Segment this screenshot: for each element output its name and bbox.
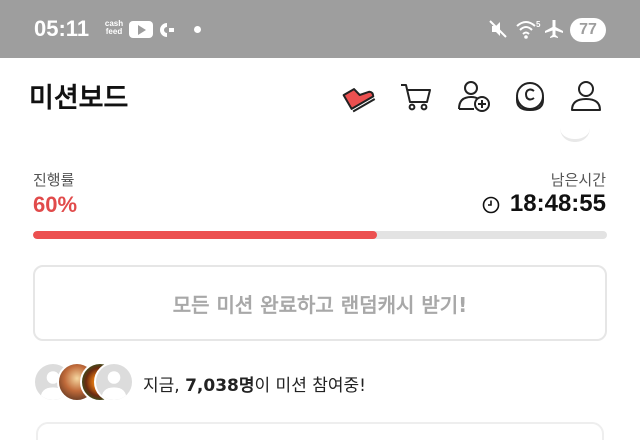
profile-icon[interactable] <box>566 76 606 116</box>
add-friend-icon[interactable] <box>454 76 494 116</box>
coin-icon[interactable] <box>510 76 550 116</box>
cashfeed-icon: cash feed <box>103 20 125 36</box>
progress-bar-fill <box>33 231 378 239</box>
mission-card[interactable] <box>36 422 604 440</box>
avatar <box>94 362 134 402</box>
airplane-icon <box>545 20 563 38</box>
random-cash-reward-button[interactable]: 모든 미션 완료하고 랜덤캐시 받기! <box>33 265 607 341</box>
mute-icon <box>489 20 507 38</box>
status-time: 05:11 <box>34 16 90 41</box>
participant-count-text: 지금, 7,038명이 미션 참여중! <box>143 371 366 396</box>
time-remaining-value: 18:48:55 <box>509 190 606 217</box>
cart-icon[interactable] <box>396 76 436 116</box>
participant-count: 7,038명 <box>185 376 255 396</box>
app-icon <box>160 23 174 37</box>
cashfeed-label-line2: feed <box>105 27 123 36</box>
status-bar: 05:11 cash feed 5 77 <box>0 0 640 58</box>
svg-text:5: 5 <box>536 20 541 29</box>
page-title: 미션보드 <box>29 83 129 114</box>
scroll-hint <box>560 128 590 142</box>
participant-suffix: 이 미션 참여중! <box>254 376 366 396</box>
progress-percent: 60% <box>33 192 78 217</box>
youtube-icon <box>129 21 153 38</box>
shoe-icon[interactable] <box>338 76 378 116</box>
time-remaining-label: 남은시간 <box>550 171 606 189</box>
progress-label: 진행률 <box>33 171 75 189</box>
clock-icon <box>482 196 500 214</box>
notification-dot-icon <box>194 26 201 33</box>
battery-icon: 77 <box>570 18 606 42</box>
participant-prefix: 지금, <box>143 376 186 396</box>
progress-bar <box>33 231 607 239</box>
wifi-icon: 5 <box>516 20 541 39</box>
